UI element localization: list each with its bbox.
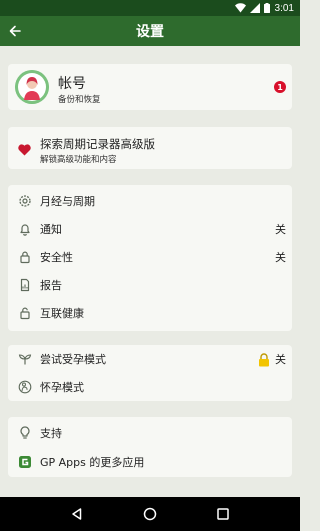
app-bar: 设置 bbox=[0, 16, 300, 46]
square-recents-icon bbox=[217, 508, 230, 520]
nav-home-button[interactable] bbox=[138, 502, 162, 526]
settings-item-reports[interactable]: 报告 bbox=[8, 271, 292, 299]
more-apps-label: GP Apps 的更多应用 bbox=[40, 456, 145, 469]
settings-item-label: 通知 bbox=[40, 223, 62, 236]
pregnancy-mode-label: 怀孕模式 bbox=[40, 381, 84, 394]
bell-icon bbox=[18, 222, 32, 236]
settings-item-label: 互联健康 bbox=[40, 307, 84, 320]
heart-icon bbox=[18, 141, 31, 160]
nav-recents-button[interactable] bbox=[211, 502, 235, 526]
premium-card[interactable]: 探索周期记录器高级版 解锁高级功能和内容 bbox=[8, 127, 292, 169]
account-title: 帐号 bbox=[58, 76, 86, 92]
settings-item-label: 月经与周期 bbox=[40, 195, 95, 208]
avatar-icon bbox=[15, 70, 49, 104]
clock: 3:01 bbox=[274, 2, 294, 14]
account-card[interactable]: 帐号 备份和恢复 1 bbox=[8, 64, 292, 110]
page-title: 设置 bbox=[136, 24, 164, 40]
notifications-value: 关 bbox=[275, 223, 286, 236]
pregnancy-mode-item[interactable]: 怀孕模式 bbox=[8, 373, 292, 401]
back-button[interactable] bbox=[6, 22, 24, 40]
nav-back-button[interactable] bbox=[65, 502, 89, 526]
premium-lock-icon bbox=[258, 352, 270, 367]
premium-title: 探索周期记录器高级版 bbox=[40, 137, 155, 151]
settings-item-cycle[interactable]: 月经与周期 bbox=[8, 187, 292, 215]
settings-item-label: 安全性 bbox=[40, 251, 73, 264]
more-apps-item[interactable]: GP Apps 的更多应用 bbox=[8, 448, 292, 476]
battery-icon bbox=[263, 3, 270, 13]
ttc-mode-label: 尝试受孕模式 bbox=[40, 353, 106, 366]
premium-subtitle: 解锁高级功能和内容 bbox=[40, 155, 117, 165]
account-subtitle: 备份和恢复 bbox=[58, 95, 101, 105]
pregnancy-card: 尝试受孕模式 关 怀孕模式 bbox=[8, 345, 292, 401]
sync-lock-icon bbox=[18, 306, 32, 320]
pregnant-icon bbox=[18, 380, 32, 394]
settings-item-label: 报告 bbox=[40, 279, 62, 292]
sprout-icon bbox=[18, 352, 32, 366]
status-bar: 3:01 bbox=[0, 0, 300, 16]
signal-icon bbox=[249, 3, 260, 13]
ttc-mode-value: 关 bbox=[275, 353, 286, 366]
lock-icon bbox=[18, 250, 32, 264]
gp-logo-icon bbox=[18, 455, 32, 469]
settings-item-notifications[interactable]: 通知 关 bbox=[8, 215, 292, 243]
gear-icon bbox=[18, 194, 32, 208]
arrow-left-icon bbox=[9, 25, 21, 37]
settings-card: 月经与周期 通知 关 安全性 关 报告 互联健康 bbox=[8, 185, 292, 331]
settings-item-security[interactable]: 安全性 关 bbox=[8, 243, 292, 271]
security-value: 关 bbox=[275, 251, 286, 264]
circle-home-icon bbox=[143, 507, 157, 521]
bulb-icon bbox=[18, 426, 32, 440]
support-card: 支持 GP Apps 的更多应用 bbox=[8, 417, 292, 477]
triangle-back-icon bbox=[71, 508, 81, 520]
support-item[interactable]: 支持 bbox=[8, 419, 292, 447]
notification-badge: 1 bbox=[274, 81, 286, 93]
ttc-mode-item[interactable]: 尝试受孕模式 关 bbox=[8, 345, 292, 373]
wifi-icon bbox=[234, 3, 246, 13]
support-label: 支持 bbox=[40, 427, 62, 440]
system-nav-bar bbox=[0, 497, 300, 531]
report-icon bbox=[18, 278, 32, 292]
settings-item-connected-health[interactable]: 互联健康 bbox=[8, 299, 292, 327]
